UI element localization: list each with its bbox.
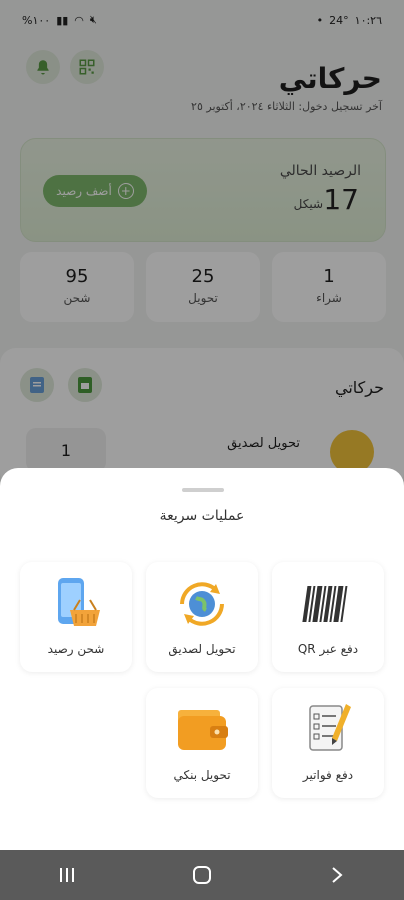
sheet-title: عمليات سريعة — [159, 508, 245, 524]
globe-transfer-icon — [146, 572, 258, 636]
action-label: دفع فواتير — [302, 768, 354, 782]
recents-icon — [60, 868, 75, 882]
wallet-icon — [146, 698, 258, 762]
friend-transfer-button[interactable]: تحويل لصديق — [146, 562, 258, 672]
quick-actions-sheet: عمليات سريعة دفع عبر QR تحويل لصديق شحن … — [0, 468, 404, 850]
action-label: تحويل بنكي — [173, 768, 231, 782]
qr-pay-button[interactable]: دفع عبر QR — [272, 562, 384, 672]
action-label: دفع عبر QR — [297, 642, 359, 656]
barcode-icon — [272, 572, 384, 636]
back-button[interactable] — [317, 860, 357, 890]
bill-checklist-icon — [272, 698, 384, 762]
phone-basket-icon — [20, 572, 132, 636]
bank-transfer-button[interactable]: تحويل بنكي — [146, 688, 258, 798]
top-up-button[interactable]: شحن رصيد — [20, 562, 132, 672]
pay-bills-button[interactable]: دفع فواتير — [272, 688, 384, 798]
system-nav-bar — [0, 850, 404, 900]
action-label: تحويل لصديق — [168, 642, 236, 656]
home-button[interactable] — [182, 860, 222, 890]
back-chevron-icon — [331, 867, 343, 883]
action-label: شحن رصيد — [47, 642, 105, 656]
sheet-handle[interactable] — [182, 488, 224, 492]
home-icon — [192, 866, 211, 884]
recents-button[interactable] — [47, 860, 87, 890]
